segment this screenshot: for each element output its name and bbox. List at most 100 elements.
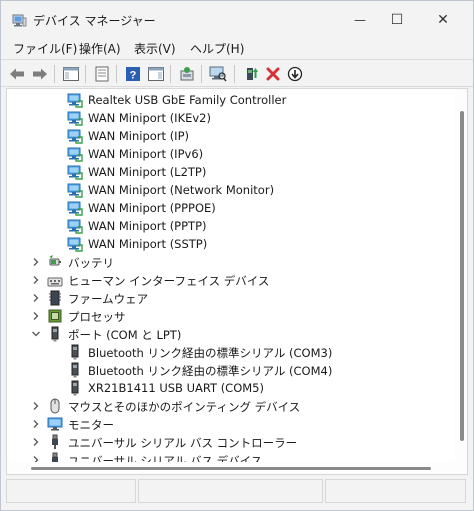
- tree-device-row[interactable]: WAN Miniport (PPTP): [7, 217, 452, 235]
- uninstall-device-icon: [266, 67, 280, 81]
- tree-row-label: Bluetooth リンク経由の標準シリアル (COM3): [88, 346, 333, 360]
- svg-text:?: ?: [130, 70, 137, 82]
- tree-device-row[interactable]: WAN Miniport (PPPOE): [7, 199, 452, 217]
- network-adapter-icon: [67, 200, 83, 216]
- tree-row-label: WAN Miniport (IPv6): [88, 147, 204, 161]
- tree-device-row[interactable]: WAN Miniport (IKEv2): [7, 109, 452, 127]
- help-icon: ?: [126, 67, 140, 82]
- tree-device-row[interactable]: Bluetooth リンク経由の標準シリアル (COM3): [7, 343, 452, 361]
- network-adapter-icon: [67, 218, 83, 234]
- scan-hardware-button[interactable]: [208, 64, 228, 84]
- expander-collapsed-icon[interactable]: [31, 292, 41, 304]
- usb-icon: [47, 434, 63, 450]
- menu-view[interactable]: 表示(V): [134, 40, 176, 57]
- toolbar-separator: [201, 65, 202, 83]
- expander-collapsed-icon[interactable]: [31, 274, 41, 286]
- tree-row-label: WAN Miniport (Network Monitor): [88, 183, 275, 197]
- tree-row-label: Realtek USB GbE Family Controller: [88, 93, 287, 107]
- back-arrow-icon: [10, 68, 24, 80]
- close-icon: ✕: [437, 12, 449, 28]
- forward-button[interactable]: [30, 64, 50, 84]
- vertical-scrollbar-thumb[interactable]: [460, 111, 464, 441]
- firmware-icon: [47, 290, 63, 306]
- close-button[interactable]: ✕: [420, 1, 466, 39]
- tree-device-row[interactable]: XR21B1411 USB UART (COM5): [7, 379, 452, 397]
- show-hide-console-tree-button[interactable]: [61, 64, 81, 84]
- vertical-scrollbar[interactable]: [455, 89, 467, 474]
- tree-category-row[interactable]: ユニバーサル シリアル バス コントローラー: [7, 433, 452, 451]
- network-adapter-icon: [67, 128, 83, 144]
- menu-help[interactable]: ヘルプ(H): [190, 40, 244, 57]
- menu-action[interactable]: 操作(A): [79, 40, 121, 57]
- network-adapter-icon: [67, 164, 83, 180]
- tree-device-row[interactable]: WAN Miniport (SSTP): [7, 235, 452, 253]
- mouse-icon: [47, 398, 63, 414]
- action-pane-button[interactable]: [146, 64, 166, 84]
- status-cell: [6, 479, 136, 503]
- tree-category-row[interactable]: プロセッサ: [7, 307, 452, 325]
- tree-category-row[interactable]: ポート (COM と LPT): [7, 325, 452, 343]
- back-button[interactable]: [7, 64, 27, 84]
- expander-collapsed-icon[interactable]: [31, 418, 41, 430]
- tree-row-label: ファームウェア: [68, 292, 149, 306]
- tree-row-label: WAN Miniport (IKEv2): [88, 111, 211, 125]
- device-tree[interactable]: ユニバーサル シリアル バス デバイス ユニバーサル シリアル バス コントローラ…: [6, 88, 468, 475]
- tree-category-row[interactable]: ファームウェア: [7, 289, 452, 307]
- processor-icon: [47, 308, 63, 324]
- tree-device-row[interactable]: WAN Miniport (L2TP): [7, 163, 452, 181]
- tree-row-label: WAN Miniport (IP): [88, 129, 189, 143]
- device-manager-window: デバイス マネージャー — ☐ ✕ ファイル(F) 操作(A) 表示(V) ヘル…: [0, 0, 474, 511]
- tree-category-row[interactable]: ヒューマン インターフェイス デバイス: [7, 271, 452, 289]
- help-button[interactable]: ?: [123, 64, 143, 84]
- expander-collapsed-icon[interactable]: [31, 400, 41, 412]
- horizontal-scrollbar[interactable]: [7, 462, 455, 474]
- port-icon: [67, 362, 83, 378]
- tree-device-row[interactable]: WAN Miniport (IP): [7, 127, 452, 145]
- tree-device-row[interactable]: WAN Miniport (Network Monitor): [7, 181, 452, 199]
- action-pane-icon: [148, 67, 164, 81]
- show-hide-console-tree-icon: [63, 67, 79, 81]
- expander-collapsed-icon[interactable]: [31, 256, 41, 268]
- expander-expanded-icon[interactable]: [31, 328, 41, 340]
- tree-category-row[interactable]: バッテリ: [7, 253, 452, 271]
- tree-device-row[interactable]: WAN Miniport (IPv6): [7, 145, 452, 163]
- expander-collapsed-icon[interactable]: [31, 436, 41, 448]
- port-icon: [67, 380, 83, 396]
- status-cell: [325, 479, 466, 503]
- network-adapter-icon: [67, 92, 83, 108]
- horizontal-scrollbar-thumb[interactable]: [31, 467, 431, 470]
- uninstall-device-button[interactable]: [263, 64, 283, 84]
- tree-row-label: バッテリ: [68, 256, 114, 270]
- status-cell: [138, 479, 323, 503]
- properties-icon: [95, 66, 109, 82]
- maximize-icon: ☐: [390, 12, 404, 28]
- tree-row-label: WAN Miniport (PPPOE): [88, 201, 216, 215]
- disable-device-button[interactable]: [285, 64, 305, 84]
- tree-row-label: プロセッサ: [68, 310, 126, 324]
- hid-icon: [47, 272, 63, 288]
- tree-row-label: WAN Miniport (SSTP): [88, 237, 208, 251]
- expander-collapsed-icon[interactable]: [31, 310, 41, 322]
- enable-device-button[interactable]: [241, 64, 261, 84]
- monitor-icon: [47, 416, 63, 432]
- tree-row-label: ヒューマン インターフェイス デバイス: [68, 274, 270, 288]
- properties-button[interactable]: [92, 64, 112, 84]
- tree-device-row[interactable]: Realtek USB GbE Family Controller: [7, 91, 452, 109]
- tree-row-label: WAN Miniport (L2TP): [88, 165, 207, 179]
- update-driver-button[interactable]: [177, 64, 197, 84]
- title-bar[interactable]: デバイス マネージャー — ☐ ✕: [1, 1, 473, 39]
- maximize-button[interactable]: ☐: [374, 1, 420, 39]
- menu-bar: ファイル(F) 操作(A) 表示(V) ヘルプ(H): [1, 39, 473, 59]
- tree-row-label: XR21B1411 USB UART (COM5): [88, 381, 264, 395]
- tree-row-label: マウスとそのほかのポインティング デバイス: [68, 400, 301, 414]
- tree-row-label: モニター: [68, 418, 114, 432]
- tree-device-row[interactable]: Bluetooth リンク経由の標準シリアル (COM4): [7, 361, 452, 379]
- tree-category-row[interactable]: マウスとそのほかのポインティング デバイス: [7, 397, 452, 415]
- network-adapter-icon: [67, 110, 83, 126]
- disable-device-icon: [287, 66, 303, 82]
- tree-category-row[interactable]: モニター: [7, 415, 452, 433]
- toolbar-separator: [54, 65, 55, 83]
- menu-file[interactable]: ファイル(F): [13, 40, 77, 57]
- tree-row-label: ポート (COM と LPT): [68, 328, 182, 342]
- battery-icon: [47, 254, 63, 270]
